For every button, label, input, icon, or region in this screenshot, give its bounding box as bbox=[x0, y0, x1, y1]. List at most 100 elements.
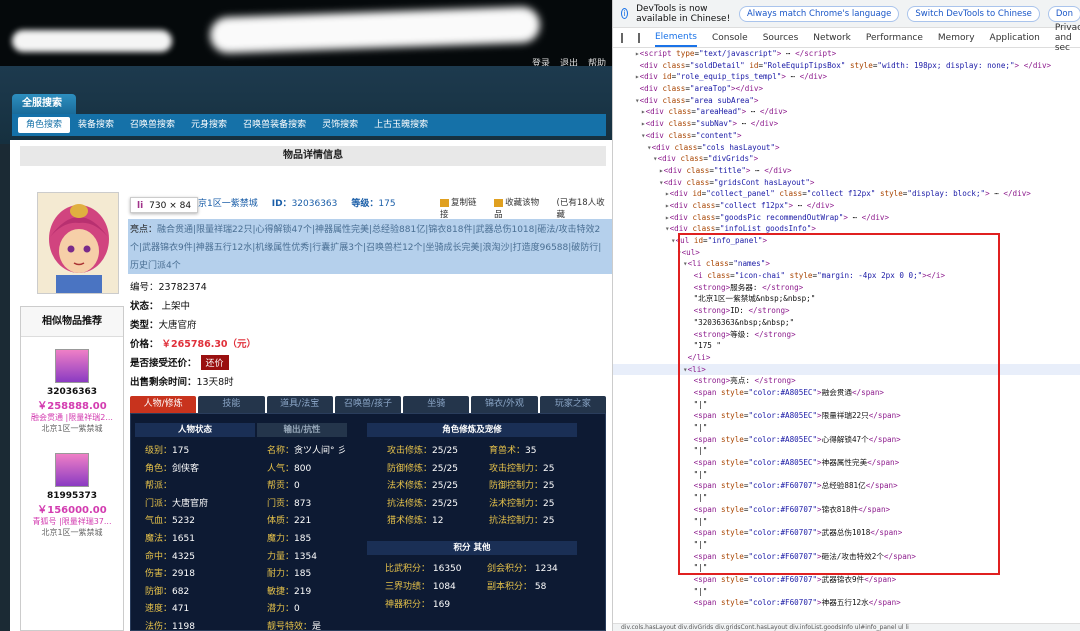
subnav-equip-search[interactable]: 装备搜索 bbox=[70, 117, 122, 133]
role-id: ID：32036363 bbox=[272, 196, 338, 209]
dom-node-line[interactable]: ▸<div class="title"> ⋯ </div> bbox=[613, 165, 1080, 177]
tab-performance[interactable]: Performance bbox=[866, 33, 923, 43]
stat-value: 贪ツ人间° 彡 bbox=[294, 446, 347, 456]
similar-item-id: 32036363 bbox=[46, 387, 98, 397]
dom-node-line[interactable]: ▸<div id="role_equip_tips_templ"> ⋯ </di… bbox=[613, 71, 1080, 83]
dom-node-line[interactable]: ▾<div class="gridsCont hasLayout"> bbox=[613, 177, 1080, 189]
remaining-time: 出售剩余时间：13天8时 bbox=[130, 374, 234, 388]
all-server-search-tab[interactable]: 全服搜索 bbox=[12, 94, 76, 114]
tab-pets[interactable]: 召唤兽/孩子 bbox=[334, 396, 402, 413]
stat-row: 魔力：185 bbox=[267, 531, 311, 544]
stat-row: 法术控制力：25 bbox=[489, 496, 554, 509]
score-value: 58 bbox=[532, 582, 547, 592]
similar-item[interactable]: 81995373 ￥156000.00 青狐号 |限量祥瑞37... 北京1区一… bbox=[21, 441, 123, 545]
similar-item-desc: 青狐号 |限量祥瑞37... bbox=[32, 517, 112, 526]
dom-node-line[interactable]: ▾<div class="divGrids"> bbox=[613, 153, 1080, 165]
tab-skills[interactable]: 技能 bbox=[198, 396, 265, 413]
dom-node-line[interactable]: <div class="areaTop"></div> bbox=[613, 83, 1080, 95]
score-label: 副本积分： bbox=[487, 582, 533, 592]
subnav-yuanshen-search[interactable]: 元身搜索 bbox=[183, 117, 235, 133]
time-value: 13天8时 bbox=[196, 377, 234, 388]
dom-node-line[interactable]: ▸<div class="subNav"> ⋯ </div> bbox=[613, 118, 1080, 130]
dom-node-line[interactable]: ▸<div class="collect f12px"> ⋯ </div> bbox=[613, 200, 1080, 212]
dom-node-line[interactable]: <span style="color:#F60707">神器五行12水</spa… bbox=[613, 597, 1080, 609]
similar-item[interactable]: 32036363 ￥258888.00 融会贯通 |限量祥瑞2... 北京1区一… bbox=[21, 337, 123, 441]
subnav-lingshi-search[interactable]: 灵饰搜索 bbox=[314, 117, 366, 133]
subnav-yupo-search[interactable]: 上古玉魄搜索 bbox=[366, 117, 436, 133]
tab-mounts[interactable]: 坐骑 bbox=[403, 396, 470, 413]
copy-link-button[interactable]: 复制链接 bbox=[440, 196, 484, 220]
subnav-pet-equip-search[interactable]: 召唤兽装备搜索 bbox=[235, 117, 314, 133]
stat-value: 800 bbox=[294, 463, 312, 474]
stat-value: 大唐官府 bbox=[172, 498, 209, 509]
stat-value: 682 bbox=[172, 586, 190, 597]
dont-show-button[interactable]: Don bbox=[1047, 5, 1080, 22]
dom-node-line[interactable]: ▸<script type="text/javascript"> ⋯ </scr… bbox=[613, 48, 1080, 60]
tab-items[interactable]: 道具/法宝 bbox=[266, 396, 333, 413]
dom-node-line[interactable]: <span style="color:#F60707">武器锦衣9件</span… bbox=[613, 574, 1080, 586]
stat-row: 帮派： bbox=[145, 478, 172, 491]
tab-outfits[interactable]: 锦衣/外观 bbox=[471, 396, 538, 413]
item-price: 价格： ￥265786.30（元） bbox=[130, 336, 256, 350]
stat-row: 靓号特效：是 bbox=[267, 619, 321, 631]
search-subnav: 角色搜索 装备搜索 召唤兽搜索 元身搜索 召唤兽装备搜索 灵饰搜索 上古玉魄搜索 bbox=[12, 114, 606, 136]
stat-label: 靓号特效： bbox=[267, 622, 313, 631]
highlights-label: 亮点： bbox=[130, 225, 158, 235]
dom-node-line[interactable]: ▾<div class="area subArea"> bbox=[613, 95, 1080, 107]
score-label: 剑会积分： bbox=[487, 564, 533, 574]
stat-value: 是 bbox=[312, 622, 322, 631]
collect-button[interactable]: 收藏该物品 bbox=[494, 196, 546, 220]
server-info-line: 京1区一紫禁城 ID：32036363 等级：175 bbox=[198, 196, 396, 209]
status-value: 上架中 bbox=[161, 301, 191, 312]
tooltip-tag: li bbox=[137, 201, 144, 211]
tab-memory[interactable]: Memory bbox=[938, 33, 975, 43]
stat-value: 25 bbox=[543, 481, 555, 492]
stat-label: 法术修炼： bbox=[387, 481, 433, 492]
stat-row: 人气：800 bbox=[267, 461, 311, 474]
score-value: 169 bbox=[430, 600, 451, 610]
stat-label: 门派： bbox=[145, 498, 173, 509]
tab-application[interactable]: Application bbox=[990, 33, 1040, 43]
dom-node-line[interactable]: "|" bbox=[613, 586, 1080, 598]
match-language-button[interactable]: Always match Chrome's language bbox=[738, 5, 900, 22]
similar-item-price: ￥156000.00 bbox=[37, 505, 107, 516]
dom-node-line[interactable]: ▾<div class="cols hasLayout"> bbox=[613, 142, 1080, 154]
devtools-tabs: Elements Console Sources Network Perform… bbox=[613, 23, 1080, 53]
tab-character[interactable]: 人物/修炼 bbox=[130, 396, 197, 413]
stat-value: 219 bbox=[294, 586, 312, 597]
subnav-pet-search[interactable]: 召唤兽搜索 bbox=[122, 117, 183, 133]
dom-node-line[interactable]: <div class="soldDetail" id="RoleEquipTip… bbox=[613, 60, 1080, 72]
subnav-role-search[interactable]: 角色搜索 bbox=[18, 117, 71, 133]
item-type: 类型：大唐官府 bbox=[130, 317, 197, 331]
dom-node-line[interactable]: ▸<div id="collect_panel" class="collect … bbox=[613, 188, 1080, 200]
tab-console[interactable]: Console bbox=[712, 33, 748, 43]
type-label: 类型： bbox=[130, 320, 159, 331]
cultivate-header: 角色修炼及宠修 bbox=[367, 423, 577, 437]
stat-row: 敏捷：219 bbox=[267, 584, 311, 597]
stat-value: 剑侠客 bbox=[172, 463, 200, 474]
stat-label: 攻击控制力： bbox=[489, 463, 544, 474]
counteroffer-button[interactable]: 还价 bbox=[200, 355, 229, 370]
tab-home[interactable]: 玩家之家 bbox=[539, 396, 606, 413]
stat-value: 2918 bbox=[172, 569, 195, 580]
character-stats-panel: 人物状态 输出/抗性 角色修炼及宠修 积分 其他 级别：175 角色：剑侠客 帮派：… bbox=[130, 413, 606, 631]
tab-network[interactable]: Network bbox=[813, 33, 851, 43]
stat-label: 速度： bbox=[145, 604, 173, 615]
stat-value: 25 bbox=[543, 498, 555, 509]
stat-row: 速度：471 bbox=[145, 601, 189, 614]
tab-elements[interactable]: Elements bbox=[655, 29, 697, 47]
tab-sources[interactable]: Sources bbox=[763, 33, 799, 43]
similar-item-avatar bbox=[55, 349, 89, 383]
device-toggle-icon[interactable] bbox=[638, 32, 640, 43]
score-label: 神器积分： bbox=[385, 600, 431, 610]
switch-chinese-button[interactable]: Switch DevTools to Chinese bbox=[907, 5, 1040, 22]
stat-value: 35 bbox=[525, 446, 537, 456]
score-header: 积分 其他 bbox=[367, 541, 577, 555]
inspect-icon[interactable] bbox=[621, 32, 623, 43]
return-label: 是否接受还价： bbox=[130, 358, 197, 369]
level-value: 175 bbox=[378, 199, 396, 209]
stat-row: 猎术修炼：12 bbox=[387, 513, 443, 526]
dom-node-line[interactable]: ▸<div class="areaHead"> ⋯ </div> bbox=[613, 106, 1080, 118]
dom-node-line[interactable]: ▾<div class="content"> bbox=[613, 130, 1080, 142]
dom-node-line[interactable]: ▸<div class="goodsPic recommendOutWrap">… bbox=[613, 212, 1080, 224]
